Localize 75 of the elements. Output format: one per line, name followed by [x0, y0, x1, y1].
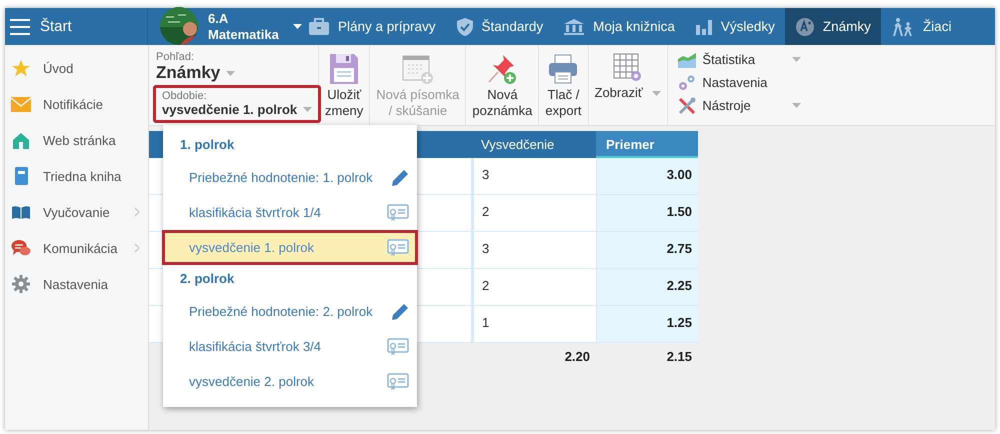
menu-icon[interactable]	[10, 18, 30, 34]
gears-icon	[678, 74, 696, 90]
sidebar-item[interactable]: Web stránka	[5, 122, 148, 158]
pushpin-add-icon	[486, 53, 518, 85]
nav-tab[interactable]: Moja knižnica	[553, 8, 685, 45]
menu-item[interactable]: klasifikácia štvrťrok 3/4	[162, 329, 418, 364]
envelope-icon	[11, 96, 31, 112]
sidebar-item[interactable]: Úvod	[5, 50, 148, 86]
menu-item[interactable]: Priebežné hodnotenie: 2. polrok	[162, 294, 418, 329]
menu-item[interactable]: Priebežné hodnotenie: 1. polrok	[162, 160, 418, 195]
sidebar-item[interactable]: Triedna kniha	[5, 158, 148, 194]
nav-tab[interactable]: Žiaci	[880, 8, 962, 45]
subject-name: Matematika	[208, 26, 279, 42]
chat-bubbles-icon	[11, 239, 31, 257]
caret-icon	[303, 107, 312, 112]
grade-badge-icon	[794, 16, 815, 36]
certificate-icon	[387, 204, 409, 222]
nav-tab[interactable]: Štandardy	[446, 8, 554, 45]
period-selector[interactable]: Obdobie: vysvedčenie 1. polrok	[153, 85, 322, 123]
column-header: Priemer	[596, 131, 698, 158]
calendar-add-icon	[402, 53, 434, 85]
table-cell: 2.75	[596, 232, 698, 269]
table-cell: 3.00	[596, 158, 698, 195]
table-settings-icon	[612, 53, 643, 83]
bank-icon	[563, 18, 586, 36]
menu-item[interactable]: vysvedčenie 2. polrok	[162, 364, 418, 399]
group-heading: 1. polrok	[180, 137, 234, 152]
nav-tab[interactable]: Výsledky	[684, 8, 785, 45]
sidebar-item[interactable]: Nastavenia	[5, 266, 148, 302]
table-cell: 1.50	[596, 195, 698, 232]
area-chart-icon	[678, 52, 696, 68]
table-cell: 2	[471, 195, 596, 232]
shield-icon	[456, 16, 474, 36]
total-value: 2.15	[666, 348, 693, 366]
notebook-icon	[14, 167, 28, 185]
table-cell: 1	[471, 306, 596, 343]
open-book-icon	[11, 204, 31, 220]
menu-item[interactable]: klasifikácia štvrťrok 1/4	[162, 195, 418, 230]
bar-chart-icon	[694, 18, 713, 34]
toolbar-menu-item[interactable]: Štatistika	[678, 50, 802, 69]
printer-icon	[547, 53, 580, 85]
class-selector[interactable]: 6.A Matematika	[148, 8, 298, 45]
wrench-screwdriver-icon	[678, 96, 696, 114]
toolbar-button[interactable]: Uložiť zmeny	[319, 45, 370, 125]
sidebar-item[interactable]: Notifikácie	[5, 86, 148, 122]
house-icon	[12, 132, 30, 148]
caret-icon	[292, 24, 302, 29]
caret-icon	[226, 70, 236, 76]
sidebar-item[interactable]: Komunikácia	[5, 230, 148, 266]
group-heading: 2. polrok	[180, 271, 234, 286]
briefcase-icon	[308, 18, 330, 36]
star-icon	[11, 58, 31, 78]
column-header: Vysvedčenie	[471, 131, 596, 158]
table-cell: 2	[471, 269, 596, 306]
pencil-icon	[391, 302, 409, 320]
certificate-icon	[387, 372, 409, 390]
toolbar-button[interactable]: Nová poznámka	[466, 45, 540, 125]
table-cell: 3	[471, 158, 596, 195]
table-cell: 2.25	[596, 269, 698, 306]
gear-icon	[12, 275, 30, 293]
view-selector[interactable]: Pohľad: Známky	[156, 51, 236, 83]
sidebar-item[interactable]: Vyučovanie	[5, 194, 148, 230]
toolbar-menu-item[interactable]: Nástroje	[678, 96, 802, 115]
class-name: 6.A	[208, 10, 230, 26]
nav-tab[interactable]: Plány a prípravy	[298, 8, 446, 45]
toolbar-menu-item[interactable]: Nastavenia	[678, 73, 802, 92]
pencil-icon	[391, 168, 409, 186]
toolbar-button[interactable]: Tlač / export	[539, 45, 589, 125]
total-value: 2.20	[564, 348, 591, 366]
table-cell: 3	[471, 232, 596, 269]
toolbar-button[interactable]: Zobraziť	[588, 45, 668, 125]
certificate-icon	[387, 338, 409, 356]
certificate-icon	[387, 238, 409, 256]
nav-tab[interactable]: Známky	[784, 8, 881, 45]
table-cell: 1.25	[596, 306, 698, 343]
